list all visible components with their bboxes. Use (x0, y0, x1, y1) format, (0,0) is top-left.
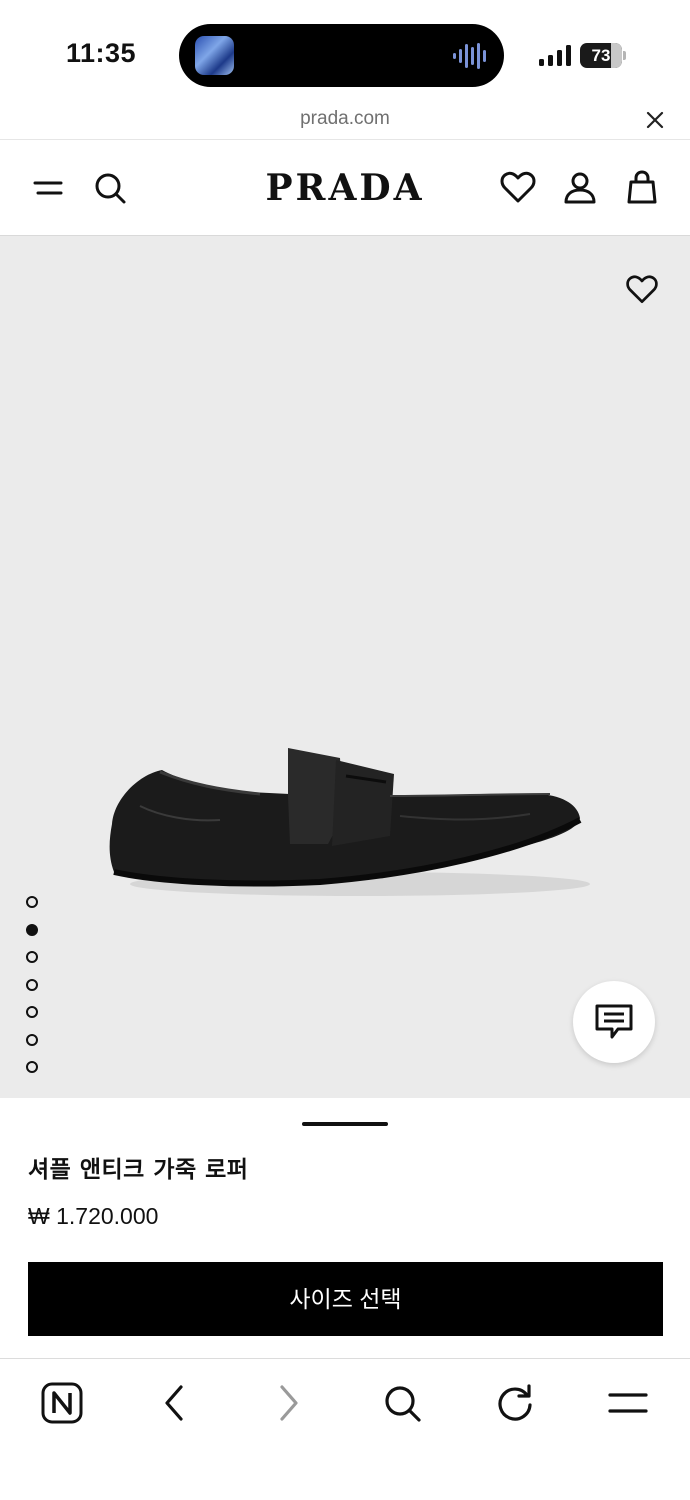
gallery-dot[interactable] (26, 896, 38, 908)
add-to-wishlist-heart-icon[interactable] (624, 272, 660, 308)
status-time: 11:35 (66, 38, 137, 68)
bag-icon[interactable] (622, 168, 662, 208)
product-price: ₩ 1.720.000 (28, 1203, 159, 1229)
search-icon[interactable] (380, 1381, 424, 1425)
product-gallery[interactable] (0, 236, 690, 1098)
search-icon[interactable] (90, 168, 130, 208)
user-icon[interactable] (560, 168, 600, 208)
battery-icon: 73 (580, 43, 626, 68)
product-name: 셔플 앤티크 가죽 로퍼 (28, 1157, 249, 1183)
gallery-dot[interactable] (26, 923, 38, 936)
hamburger-icon[interactable] (606, 1381, 650, 1425)
url-text[interactable]: prada.com (0, 108, 690, 130)
status-bar: 11:35 73 (0, 0, 690, 100)
naver-icon[interactable] (40, 1381, 84, 1425)
chat-button[interactable] (573, 981, 655, 1063)
brand-logo[interactable]: PRADA (195, 164, 495, 212)
gallery-dot[interactable] (26, 1006, 38, 1018)
chevron-right-icon[interactable] (266, 1381, 310, 1425)
chevron-left-icon[interactable] (153, 1381, 197, 1425)
gallery-dot[interactable] (26, 978, 38, 991)
browser-toolbar (0, 1358, 690, 1500)
sheet-drag-handle[interactable] (302, 1122, 388, 1126)
gallery-dot[interactable] (26, 1061, 38, 1073)
gallery-dot[interactable] (26, 1033, 38, 1046)
chat-icon (595, 1004, 633, 1039)
gallery-pagination (26, 896, 40, 1089)
gallery-dot[interactable] (26, 951, 38, 963)
dynamic-island[interactable] (179, 24, 504, 87)
cellular-signal-icon (539, 45, 571, 66)
site-header: PRADA (0, 140, 690, 236)
close-icon[interactable] (644, 109, 666, 131)
audio-wave-icon (453, 43, 486, 69)
menu-icon[interactable] (28, 168, 68, 208)
battery-level: 73 (591, 46, 611, 65)
reload-icon[interactable] (493, 1381, 537, 1425)
browser-url-bar[interactable]: prada.com (0, 100, 690, 140)
now-playing-artwork (195, 36, 234, 75)
heart-icon[interactable] (498, 168, 538, 208)
select-size-button[interactable]: 사이즈 선택 (28, 1262, 663, 1336)
product-image-loafer (109, 748, 590, 896)
